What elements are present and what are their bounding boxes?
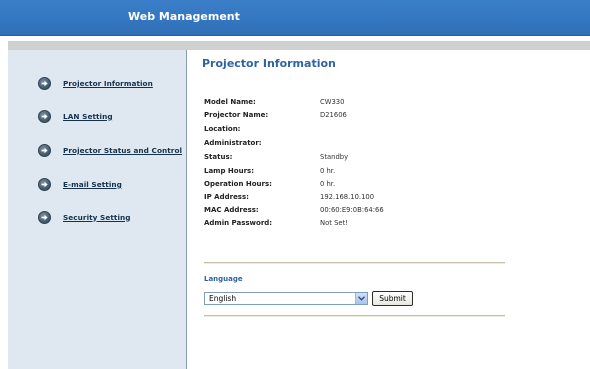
arrow-right-icon [38, 109, 51, 123]
sidebar-item-email-setting[interactable]: E-mail Setting [38, 176, 122, 192]
sidebar-item-lan-setting[interactable]: LAN Setting [38, 108, 113, 124]
info-row-administrator: Administrator: [204, 139, 484, 149]
page-title: Projector Information [202, 57, 336, 70]
info-row-operation-hours: Operation Hours: 0 hr. [204, 180, 484, 190]
info-label: Model Name: [204, 98, 256, 106]
sidebar-item-label[interactable]: Projector Information [63, 79, 153, 88]
submit-button[interactable]: Submit [372, 291, 413, 306]
arrow-right-icon [38, 210, 51, 224]
info-value: Not Set! [320, 219, 348, 227]
info-row-projector-name: Projector Name: D21606 [204, 111, 484, 121]
chevron-down-icon[interactable] [355, 293, 367, 304]
info-label: Admin Password: [204, 219, 273, 227]
header-subbar [8, 41, 590, 50]
info-label: MAC Address: [204, 206, 259, 214]
info-row-lamp-hours: Lamp Hours: 0 hr. [204, 167, 484, 177]
sidebar-item-label[interactable]: LAN Setting [63, 112, 113, 121]
language-selected-value: English [209, 294, 237, 303]
main-content: Projector Information Model Name: CW330 … [188, 50, 590, 369]
sidebar-item-label[interactable]: E-mail Setting [63, 180, 122, 189]
app-title: Web Management [128, 10, 240, 23]
info-value: 0 hr. [320, 167, 336, 175]
info-label: Administrator: [204, 139, 262, 147]
arrow-right-icon [38, 177, 51, 191]
info-value: 0 hr. [320, 180, 336, 188]
info-label: Location: [204, 125, 241, 133]
language-select[interactable]: English [204, 292, 368, 305]
info-row-mac-address: MAC Address: 00:60:E9:0B:64:66 [204, 206, 484, 216]
sidebar-item-label[interactable]: Projector Status and Control [63, 146, 182, 155]
info-value: D21606 [320, 111, 347, 119]
sidebar-item-projector-information[interactable]: Projector Information [38, 75, 153, 91]
arrow-right-icon [38, 143, 51, 157]
sidebar-item-projector-status-and-control[interactable]: Projector Status and Control [38, 142, 182, 158]
info-value: CW330 [320, 98, 345, 106]
info-value: 00:60:E9:0B:64:66 [320, 206, 384, 214]
info-row-ip-address: IP Address: 192.168.10.100 [204, 193, 484, 203]
info-row-admin-password: Admin Password: Not Set! [204, 219, 484, 229]
info-label: Operation Hours: [204, 180, 272, 188]
info-value: Standby [320, 153, 349, 161]
info-label: IP Address: [204, 193, 249, 201]
info-label: Projector Name: [204, 111, 269, 119]
language-divider-top [204, 262, 505, 264]
info-label: Status: [204, 153, 233, 161]
language-title: Language [204, 275, 243, 283]
sidebar-item-label[interactable]: Security Setting [63, 213, 131, 222]
info-row-location: Location: [204, 125, 484, 135]
sidebar-item-security-setting[interactable]: Security Setting [38, 209, 131, 225]
sidebar-nav: Projector Information LAN Setting Projec… [8, 50, 187, 369]
language-divider-bottom [204, 315, 505, 317]
app-header: Web Management [0, 0, 590, 36]
arrow-right-icon [38, 76, 51, 90]
info-value: 192.168.10.100 [320, 193, 375, 201]
info-row-model-name: Model Name: CW330 [204, 98, 484, 108]
info-label: Lamp Hours: [204, 167, 254, 175]
info-row-status: Status: Standby [204, 153, 484, 163]
